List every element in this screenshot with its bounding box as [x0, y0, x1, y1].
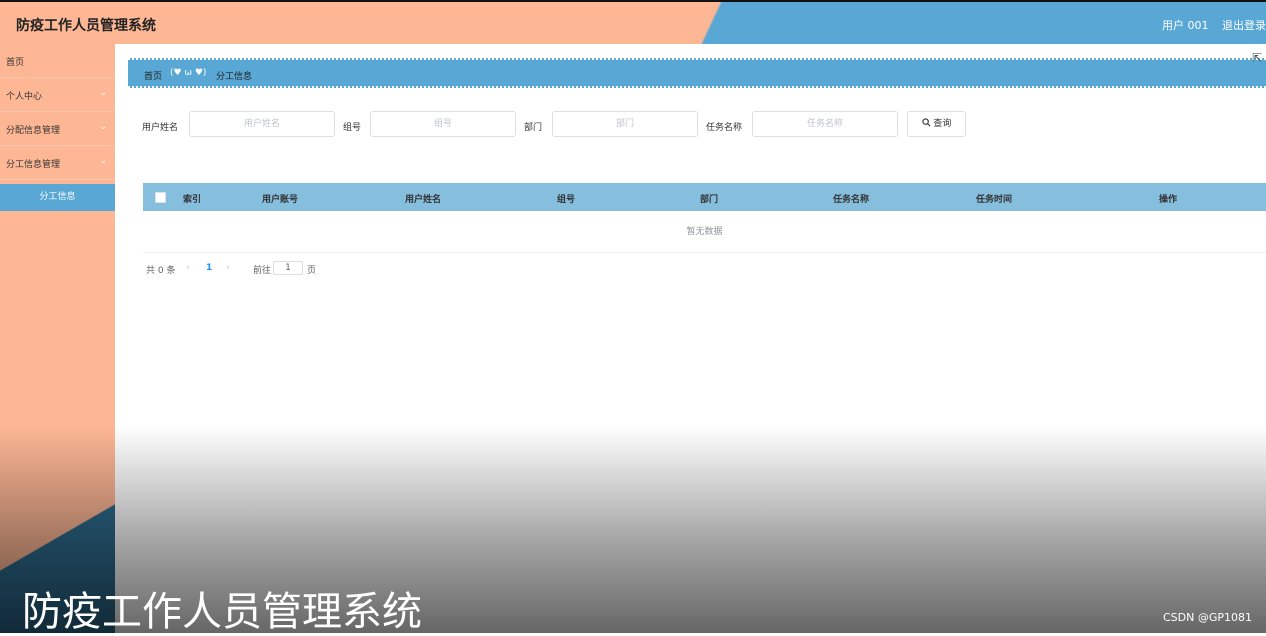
column-header-department: 部门: [700, 195, 719, 205]
chevron-down-icon: ⌄: [99, 156, 107, 166]
sidebar-item-label: 个人中心: [6, 92, 43, 102]
search-label-department: 部门: [524, 123, 543, 133]
breadcrumb-home[interactable]: 首页: [144, 69, 162, 82]
search-label-task-name: 任务名称: [706, 123, 743, 133]
next-page-icon[interactable]: ›: [226, 263, 230, 273]
prev-page-icon[interactable]: ‹: [186, 263, 190, 273]
app-title: 防疫工作人员管理系统: [16, 18, 156, 34]
search-button[interactable]: 查询: [907, 111, 966, 137]
mouse-cursor-icon: ⇱: [1252, 51, 1263, 65]
top-header: 防疫工作人员管理系统 用户 001 退出登录: [0, 0, 1266, 44]
sidebar-item-personal-center[interactable]: 个人中心 ⌄: [0, 78, 115, 112]
column-header-task-name: 任务名称: [833, 195, 870, 205]
department-input[interactable]: [552, 111, 698, 137]
current-user: 用户 001: [1162, 19, 1209, 32]
sidebar-item-home[interactable]: 首页: [0, 44, 115, 78]
search-label-username: 用户姓名: [142, 123, 179, 133]
table-empty-text: 暂无数据: [143, 212, 1266, 253]
chevron-down-icon: ⌄: [99, 88, 107, 98]
sidebar-item-label: 首页: [6, 58, 25, 68]
sidebar-item-division-management[interactable]: 分工信息管理 ⌄: [0, 146, 115, 180]
column-header-group: 组号: [557, 195, 576, 205]
breadcrumb: 首页 (♥ ω ♥) 分工信息: [128, 58, 1266, 88]
sidebar-subitem-division-info[interactable]: 分工信息: [0, 184, 115, 211]
sidebar-item-label: 分配信息管理: [6, 126, 61, 136]
column-header-username: 用户姓名: [405, 195, 442, 205]
logout-link[interactable]: 退出登录: [1222, 17, 1266, 33]
search-button-label: 查询: [933, 119, 952, 129]
username-input[interactable]: [189, 111, 335, 137]
sidebar-item-label: 分工信息管理: [6, 160, 61, 170]
page-number-current[interactable]: 1: [206, 263, 212, 273]
goto-page-input[interactable]: 1: [273, 261, 303, 275]
pagination-total: 共 0 条: [146, 266, 176, 276]
page-suffix: 页: [307, 266, 317, 276]
column-header-index: 索引: [183, 195, 202, 205]
task-name-input[interactable]: [752, 111, 898, 137]
column-header-account: 用户账号: [262, 195, 299, 205]
search-icon: [921, 118, 931, 127]
breadcrumb-separator: (♥ ω ♥): [170, 68, 207, 78]
column-header-actions: 操作: [1159, 195, 1178, 205]
breadcrumb-current: 分工信息: [216, 72, 253, 82]
table-header: 索引 用户账号 用户姓名 组号 部门 任务名称 任务时间 操作: [143, 183, 1266, 211]
overlay-title: 防疫工作人员管理系统: [22, 589, 422, 635]
search-label-group: 组号: [343, 123, 362, 133]
sidebar-item-assignment-management[interactable]: 分配信息管理 ⌄: [0, 112, 115, 146]
goto-label: 前往: [253, 266, 272, 276]
select-all-checkbox[interactable]: [155, 192, 166, 203]
watermark: CSDN @GP1081: [1163, 611, 1253, 624]
group-input[interactable]: [370, 111, 516, 137]
chevron-down-icon: ⌄: [99, 122, 107, 132]
column-header-task-time: 任务时间: [976, 195, 1013, 205]
